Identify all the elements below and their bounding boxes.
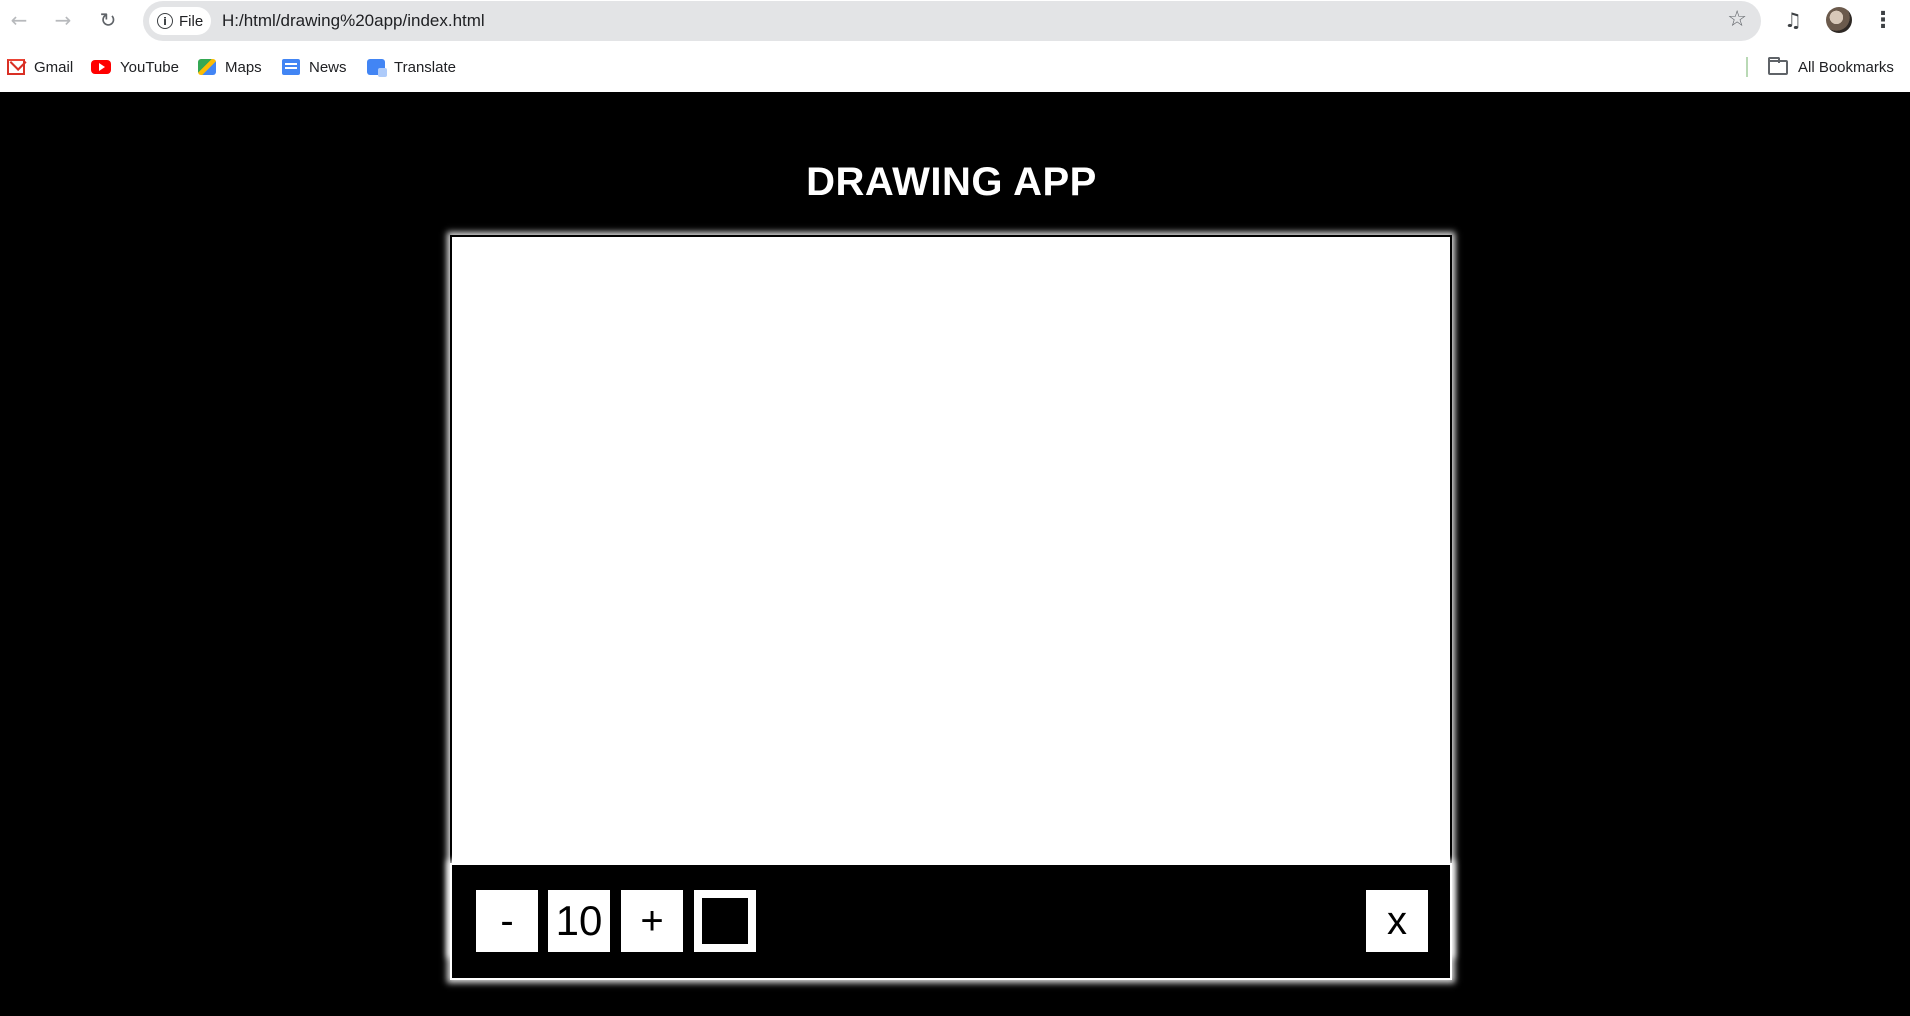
info-icon: i	[157, 13, 173, 29]
bookmark-youtube[interactable]: YouTube	[91, 56, 179, 78]
bookmark-label: Gmail	[34, 58, 74, 76]
back-icon[interactable]: ←	[5, 6, 33, 34]
all-bookmarks-button[interactable]: All Bookmarks	[1768, 56, 1894, 78]
youtube-icon	[91, 60, 111, 74]
bookmark-label: Translate	[394, 58, 456, 76]
maps-icon	[198, 59, 216, 75]
bookmark-gmail[interactable]: Gmail	[7, 56, 73, 78]
browser-toolbar: ← → ↻ i File H:/html/drawing%20app/index…	[0, 0, 1910, 42]
media-control-icon[interactable]: ♫	[1779, 6, 1807, 34]
site-info-chip[interactable]: i File	[149, 7, 211, 35]
profile-avatar[interactable]	[1826, 7, 1852, 33]
decrease-size-button[interactable]: -	[476, 890, 538, 952]
translate-icon	[367, 59, 387, 77]
menu-icon[interactable]: ⋮	[1869, 6, 1897, 34]
page-title: DRAWING APP	[806, 160, 1097, 204]
gmail-icon	[7, 59, 25, 75]
browser-chrome: ← → ↻ i File H:/html/drawing%20app/index…	[0, 0, 1910, 92]
bookmarks-bar: Gmail YouTube Maps News Translate All Bo…	[0, 50, 1910, 84]
all-bookmarks-label: All Bookmarks	[1798, 58, 1894, 76]
color-picker[interactable]	[694, 890, 756, 952]
bookmark-star-icon[interactable]: ☆	[1727, 7, 1747, 32]
folder-icon	[1768, 56, 1788, 75]
bookmark-label: YouTube	[120, 58, 179, 76]
bookmark-label: News	[309, 58, 347, 76]
reload-icon[interactable]: ↻	[94, 6, 122, 34]
toolbox: - 10 + x	[450, 863, 1452, 980]
clear-button[interactable]: x	[1366, 890, 1428, 952]
bookmark-translate[interactable]: Translate	[367, 56, 456, 78]
brush-size-display: 10	[548, 890, 610, 952]
url-text[interactable]: H:/html/drawing%20app/index.html	[222, 11, 485, 31]
bookmark-label: Maps	[225, 58, 262, 76]
forward-icon[interactable]: →	[49, 6, 77, 34]
increase-size-button[interactable]: +	[621, 890, 683, 952]
bookmark-maps[interactable]: Maps	[198, 56, 262, 78]
bookmark-news[interactable]: News	[282, 56, 347, 78]
file-label: File	[179, 12, 204, 30]
news-icon	[282, 59, 300, 75]
current-color-fill	[702, 898, 748, 944]
drawing-canvas[interactable]	[450, 235, 1452, 955]
bookmarks-divider	[1746, 57, 1748, 77]
page-content: DRAWING APP - 10 + x	[0, 92, 1910, 1016]
address-bar[interactable]: i File H:/html/drawing%20app/index.html …	[143, 1, 1761, 41]
